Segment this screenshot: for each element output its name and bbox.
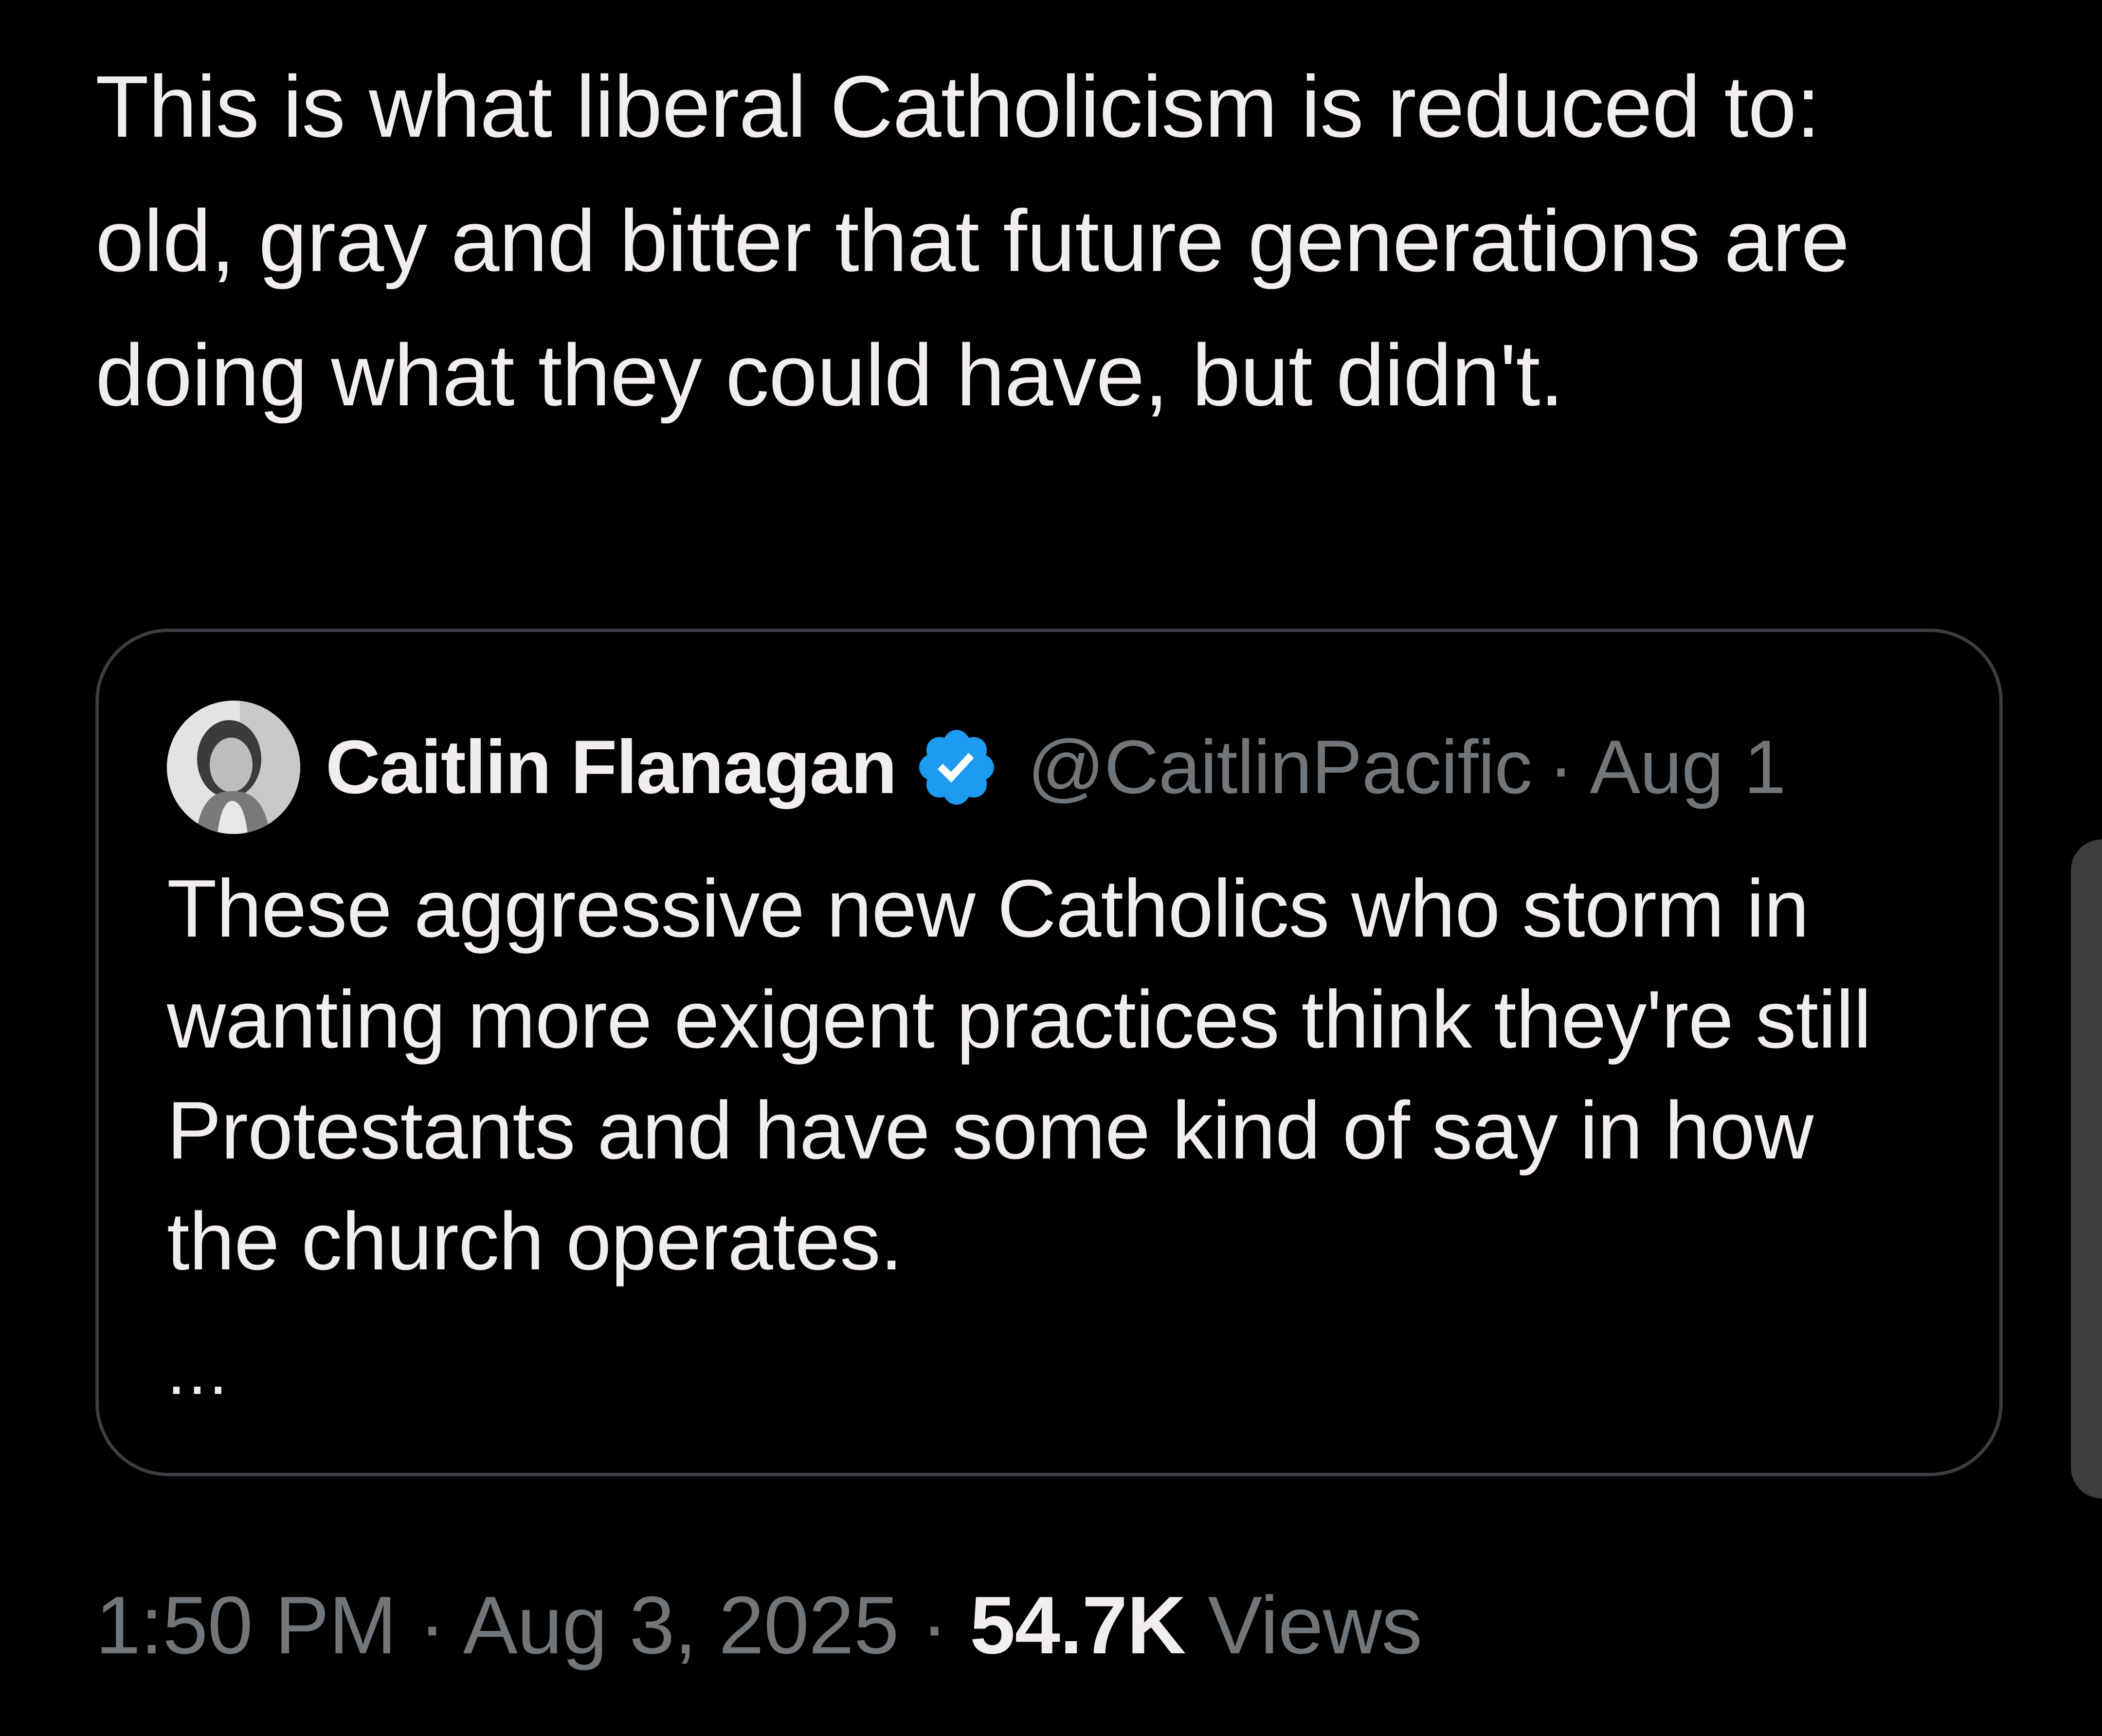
tweet-date[interactable]: Aug 3, 2025 (463, 1579, 899, 1671)
quoted-tweet-text: These aggressive new Catholics who storm… (167, 863, 1871, 1287)
views-count: 54.7K (970, 1579, 1186, 1671)
views-label: Views (1208, 1579, 1422, 1671)
truncation-ellipsis: ... (167, 1332, 230, 1409)
tweet-time[interactable]: 1:50 PM (95, 1579, 397, 1671)
quoted-tweet-card[interactable]: Caitlin Flanagan @CaitlinPacific · Aug 1… (95, 629, 2003, 1476)
avatar[interactable] (167, 701, 300, 834)
scrollbar[interactable] (2071, 839, 2102, 1499)
dot-separator: · (418, 1579, 446, 1671)
verified-badge-icon (919, 730, 994, 805)
dot-separator: · (921, 1579, 948, 1671)
tweet-text: This is what liberal Catholicism is redu… (95, 58, 1873, 424)
author-handle[interactable]: @CaitlinPacific (1028, 724, 1532, 811)
dot-separator: · (1548, 724, 1574, 810)
quoted-tweet-date[interactable]: Aug 1 (1590, 724, 1786, 811)
tweet-meta: 1:50 PM · Aug 3, 2025 · 54.7K Views (95, 1576, 1422, 1674)
author-name[interactable]: Caitlin Flanagan (326, 724, 897, 811)
quoted-tweet-header: Caitlin Flanagan @CaitlinPacific · Aug 1 (167, 699, 1786, 835)
